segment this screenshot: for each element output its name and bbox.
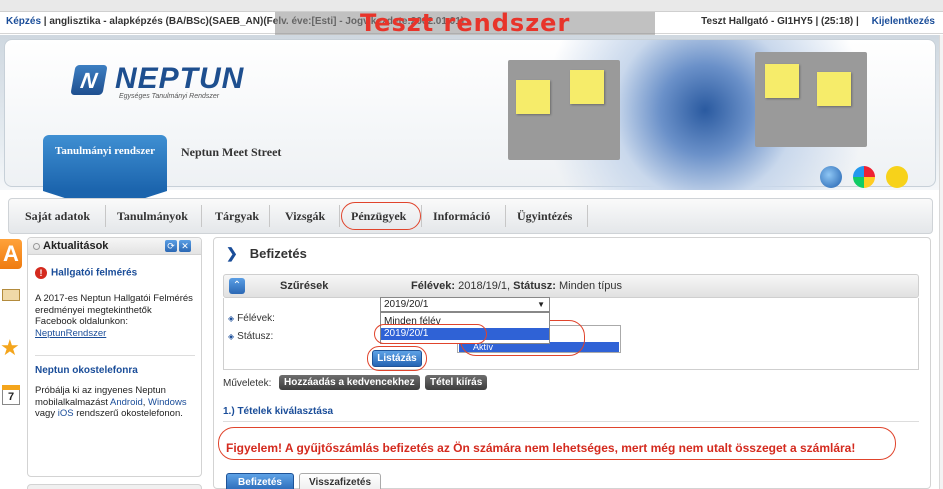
- books-note-icon: [765, 64, 799, 98]
- news-divider: [35, 355, 195, 356]
- news-section2-text-b: rendszerű okostelefonon.: [76, 408, 183, 419]
- menu-divider: [269, 205, 270, 227]
- logout-link[interactable]: Kijelentkezés: [872, 16, 935, 27]
- chevron-down-icon: ▼: [537, 300, 545, 309]
- laptop-note-icon: [817, 72, 851, 106]
- filter-title: Szűrések: [280, 280, 329, 292]
- globe-note-icon: [570, 70, 604, 104]
- highlight-oval: [341, 202, 421, 230]
- section-divider: [223, 421, 919, 422]
- alert-icon: !: [35, 267, 47, 279]
- menu-item-ugyintezes[interactable]: Ügyintézés: [517, 209, 572, 224]
- logo-subtitle: Egységes Tanulmányi Rendszer: [119, 93, 220, 100]
- summary-label-status: Státusz:: [513, 280, 556, 292]
- tab-tanulmanyi-rendszer[interactable]: Tanulmányi rendszer: [43, 135, 167, 211]
- filter-header: ⌃ Szűrések Félévek: 2018/19/1, Státusz: …: [223, 274, 919, 298]
- chevron-right-icon: ❯: [226, 245, 238, 261]
- tab-main-label: Tanulmányi rendszer: [55, 145, 155, 157]
- semester-select[interactable]: 2019/20/1 ▼: [380, 297, 550, 312]
- user-info: Teszt Hallgató - GI1HY5 | (25:18) | Kije…: [701, 16, 935, 27]
- smiley-icon[interactable]: [886, 166, 908, 188]
- semester-label: ◈ Félévek:: [228, 313, 275, 324]
- news-panel: Aktualitások ⟳ ✕ ! Hallgatói felmérés A 2…: [27, 237, 202, 477]
- summary-value-semesters: 2018/19/1,: [458, 280, 511, 292]
- menu-divider: [105, 205, 106, 227]
- highlight-oval: [218, 427, 896, 460]
- payment-panel: ❯ Befizetés ⌃ Szűrések Félévek: 2018/19/1…: [213, 237, 931, 489]
- close-icon[interactable]: ✕: [179, 240, 191, 252]
- news-section1-title: Hallgatói felmérés: [51, 267, 138, 279]
- news-section2-title: Neptun okostelefonra: [35, 365, 138, 376]
- page-title: ❯ Befizetés: [226, 245, 307, 262]
- collapse-icon[interactable]: ⌃: [229, 278, 245, 294]
- menu-item-informacio[interactable]: Információ: [433, 209, 490, 224]
- news-section2-text-a: Próbálja ki az ingyenes Neptun mobilalka…: [35, 385, 166, 408]
- add-favorites-button[interactable]: Hozzáadás a kedvencekhez: [279, 375, 420, 390]
- summary-value-status: Minden típus: [559, 280, 622, 292]
- filter-summary: Félévek: 2018/19/1, Státusz: Minden típu…: [411, 280, 622, 292]
- second-panel-header: [27, 484, 202, 489]
- page-title-text: Befizetés: [249, 246, 307, 261]
- menu-divider: [505, 205, 506, 227]
- neptun-logo-icon: N: [70, 65, 108, 95]
- status-label-text: Státusz:: [237, 331, 274, 342]
- menu-divider: [421, 205, 422, 227]
- menu-item-vizsgak[interactable]: Vizsgák: [285, 209, 325, 224]
- news-header: Aktualitások ⟳ ✕: [28, 238, 201, 255]
- semester-label-text: Félévek:: [237, 313, 275, 324]
- menu-divider: [201, 205, 202, 227]
- menu-divider: [339, 205, 340, 227]
- ios-link[interactable]: iOS: [58, 408, 74, 419]
- section-title: 1.) Tételek kiválasztása: [223, 406, 334, 417]
- logo-text: NEPTUN: [115, 62, 245, 95]
- highlight-oval: [374, 324, 487, 344]
- diamond-icon: ◈: [228, 314, 235, 323]
- operations-label: Műveletek:: [223, 378, 272, 389]
- calendar-icon[interactable]: 7: [2, 385, 20, 405]
- sticky-note-icon: [516, 80, 550, 114]
- logo-letter: N: [78, 68, 100, 93]
- side-strip: A ★ 7: [0, 237, 22, 489]
- news-section1-body: A 2017-es Neptun Hallgatói Felmérés ered…: [35, 293, 195, 339]
- header-card: N NEPTUN Egységes Tanulmányi Rendszer Ta…: [4, 39, 940, 211]
- notice-board-icon: [755, 52, 867, 147]
- tab-visszafizetes[interactable]: Visszafizetés: [299, 473, 381, 489]
- a-icon[interactable]: A: [0, 239, 22, 269]
- tab-meet-street[interactable]: Neptun Meet Street: [181, 145, 281, 160]
- android-link[interactable]: Android: [110, 397, 143, 408]
- envelope-icon[interactable]: [2, 289, 20, 301]
- refresh-icon[interactable]: ⟳: [165, 240, 177, 252]
- highlight-oval: [367, 346, 427, 371]
- news-title: Aktualitások: [43, 240, 109, 252]
- scrollbar[interactable]: [939, 35, 943, 489]
- tab-befizetes[interactable]: Befizetés: [226, 473, 294, 489]
- diamond-icon: ◈: [228, 332, 235, 341]
- site-header: N NEPTUN Egységes Tanulmányi Rendszer Ta…: [0, 35, 943, 211]
- user-name: Teszt Hallgató - GI1HY5: [701, 16, 813, 27]
- print-item-button[interactable]: Tétel kiírás: [425, 375, 488, 390]
- semester-select-value: 2019/20/1: [384, 299, 429, 310]
- news-section1-text: A 2017-es Neptun Hallgatói Felmérés ered…: [35, 293, 193, 327]
- course-link[interactable]: Képzés: [6, 16, 41, 27]
- summary-label-semesters: Félévek:: [411, 280, 456, 292]
- windows-link[interactable]: Windows: [148, 397, 187, 408]
- globe-icon[interactable]: [820, 166, 842, 188]
- news-section2-body: Próbálja ki az ingyenes Neptun mobilalka…: [35, 385, 187, 419]
- notice-board-icon: [508, 60, 620, 160]
- menu-item-targyak[interactable]: Tárgyak: [215, 209, 259, 224]
- star-icon[interactable]: ★: [0, 335, 20, 361]
- session-timer: | (25:18) |: [815, 16, 859, 27]
- chart-icon[interactable]: [853, 166, 875, 188]
- news-section-title: ! Hallgatói felmérés: [35, 267, 137, 279]
- menu-divider: [587, 205, 588, 227]
- dot-icon: [33, 242, 40, 250]
- facebook-link[interactable]: NeptunRendszer: [35, 328, 106, 339]
- news-section2-or: vagy: [35, 408, 56, 419]
- news-title-wrap: Aktualitások: [33, 240, 108, 252]
- menu-item-tanulmanyok[interactable]: Tanulmányok: [117, 209, 188, 224]
- main-menu: Saját adatok Tanulmányok Tárgyak Vizsgák…: [8, 198, 933, 234]
- status-label: ◈ Státusz:: [228, 331, 273, 342]
- test-banner-text: Teszt rendszer: [360, 9, 571, 37]
- menu-item-sajat-adatok[interactable]: Saját adatok: [25, 209, 90, 224]
